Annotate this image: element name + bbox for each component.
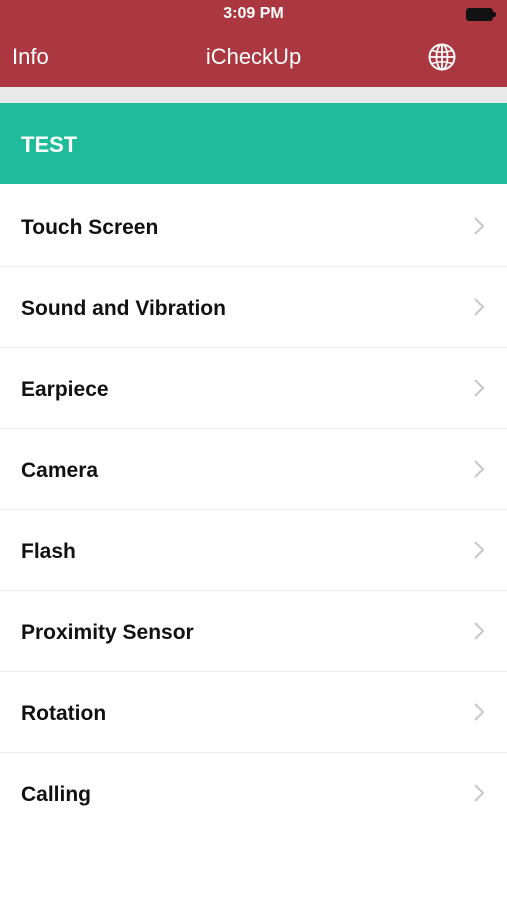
test-list: Touch Screen Sound and Vibration Earpiec… (0, 186, 507, 833)
chevron-right-icon (474, 622, 485, 640)
list-item-label: Earpiece (21, 378, 109, 401)
chevron-right-icon (474, 379, 485, 397)
navigation-bar: 3:09 PM Info iCheckUp (0, 0, 507, 87)
list-item-label: Camera (21, 459, 99, 482)
list-item-touch-screen[interactable]: Touch Screen (0, 186, 507, 267)
globe-icon[interactable] (427, 42, 457, 72)
section-header: TEST (0, 103, 507, 184)
chevron-right-icon (474, 298, 485, 316)
list-item-proximity-sensor[interactable]: Proximity Sensor (0, 591, 507, 672)
list-item-label: Rotation (21, 702, 107, 725)
chevron-right-icon (474, 784, 485, 802)
list-item-earpiece[interactable]: Earpiece (0, 348, 507, 429)
section-header-label: TEST (21, 132, 78, 157)
list-item-calling[interactable]: Calling (0, 753, 507, 833)
chevron-right-icon (474, 460, 485, 478)
separator-band (0, 87, 507, 103)
list-item-rotation[interactable]: Rotation (0, 672, 507, 753)
chevron-right-icon (474, 541, 485, 559)
list-item-label: Sound and Vibration (21, 297, 226, 320)
list-item-label: Flash (21, 540, 76, 563)
list-item-camera[interactable]: Camera (0, 429, 507, 510)
list-item-flash[interactable]: Flash (0, 510, 507, 591)
list-item-label: Proximity Sensor (21, 621, 194, 644)
battery-icon (466, 8, 496, 21)
status-bar-time: 3:09 PM (223, 5, 284, 22)
list-item-label: Calling (21, 783, 92, 806)
list-item-sound-and-vibration[interactable]: Sound and Vibration (0, 267, 507, 348)
chevron-right-icon (474, 703, 485, 721)
list-item-label: Touch Screen (21, 216, 159, 239)
chevron-right-icon (474, 217, 485, 235)
